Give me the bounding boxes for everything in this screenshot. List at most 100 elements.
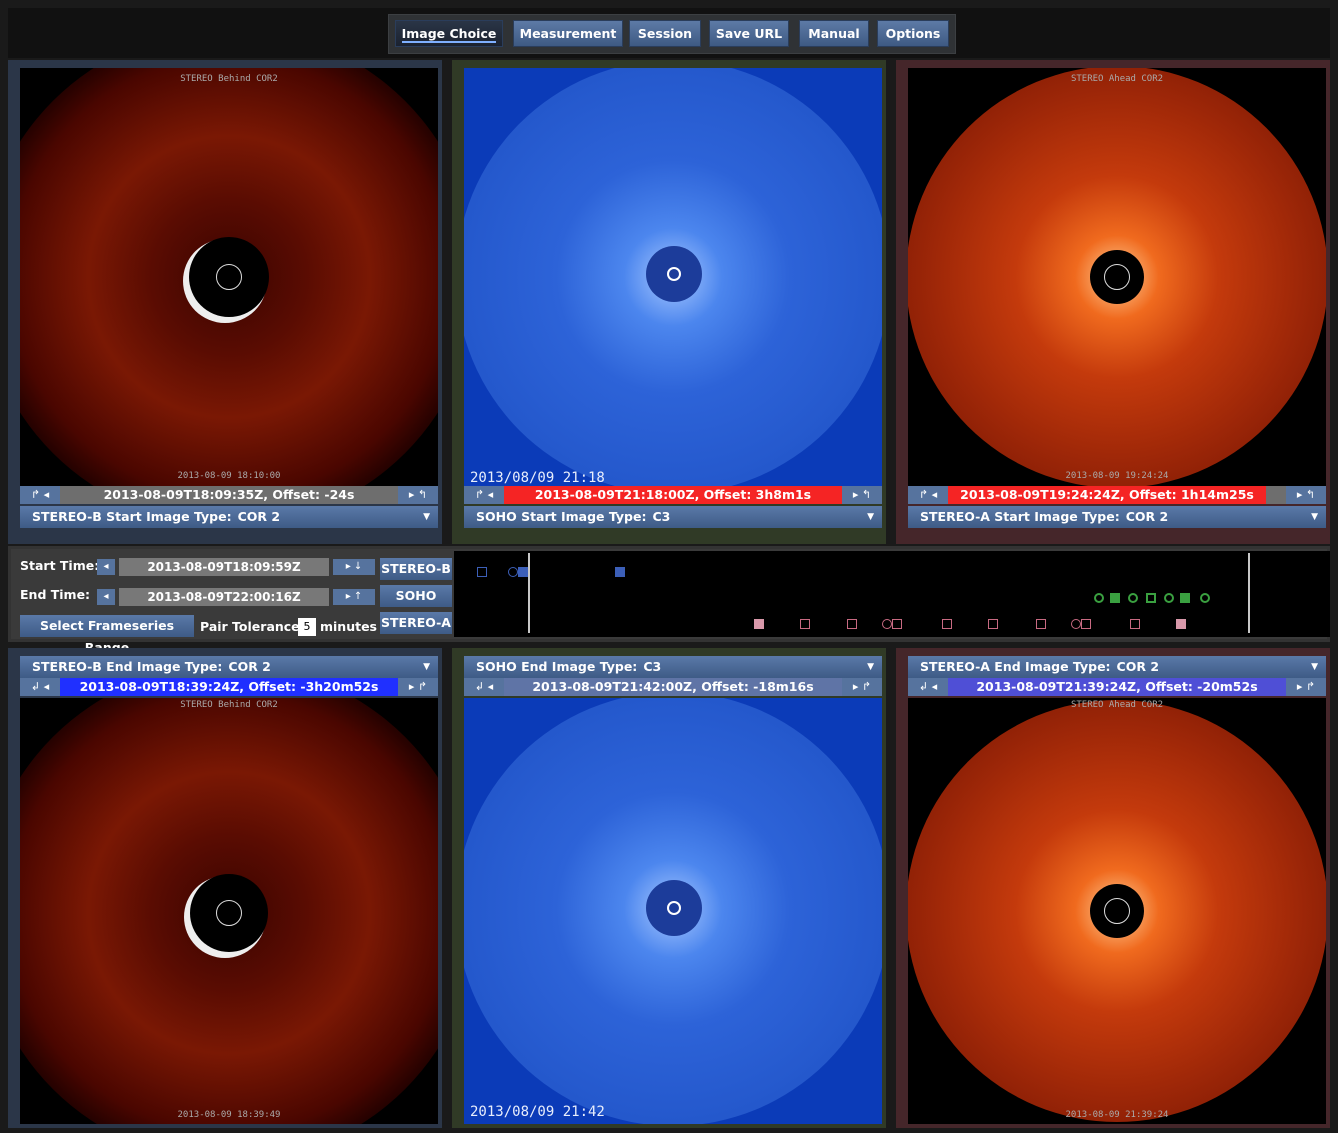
menu-session-button[interactable]: Session <box>629 20 701 47</box>
stereo-a-end-image[interactable]: STEREO Ahead COR2 2013-08-09 21:39:24 <box>908 698 1326 1124</box>
timeline-marker[interactable] <box>1071 619 1081 629</box>
source-stereo-a-button[interactable]: STEREO-A <box>380 612 452 634</box>
stereo-b-start-image[interactable]: STEREO Behind COR2 2013-08-09 18:10:00 <box>20 68 438 486</box>
timeline-marker[interactable] <box>615 567 625 577</box>
sun-circle <box>216 264 242 290</box>
chevron-down-icon: ▼ <box>867 512 874 522</box>
soho-end-image[interactable]: 2013/08/09 21:42 <box>464 698 882 1124</box>
start-time-field[interactable]: 2013-08-09T18:09:59Z <box>119 558 329 576</box>
stereo-b-end-panel: STEREO-B End Image Type: COR 2 ▼ ↲ ◂ 2013… <box>8 648 442 1128</box>
timeline-marker[interactable] <box>847 619 857 629</box>
image-title: STEREO Behind COR2 <box>180 74 278 84</box>
image-title: STEREO Behind COR2 <box>180 700 278 710</box>
image-title: STEREO Ahead COR2 <box>1070 700 1164 710</box>
chevron-down-icon: ▼ <box>867 662 874 672</box>
soho-start-image[interactable]: 2013/08/09 21:18 <box>464 68 882 486</box>
next-frame-button[interactable]: ▸ ↱ <box>842 678 882 696</box>
time-value: 2013-08-09T18:39:24Z, Offset: -3h20m52s <box>60 678 398 696</box>
sun-circle <box>667 267 681 281</box>
stereo-a-start-image[interactable]: STEREO Ahead COR2 2013-08-09 19:24:24 <box>908 68 1326 486</box>
timeline-marker[interactable] <box>1081 619 1091 629</box>
timeline-marker[interactable] <box>1146 593 1156 603</box>
soho-start-type-select[interactable]: SOHO Start Image Type: C3 ▼ <box>464 506 882 528</box>
end-time-field[interactable]: 2013-08-09T22:00:16Z <box>119 588 329 606</box>
stereo-b-end-image[interactable]: STEREO Behind COR2 2013-08-09 18:39:49 <box>20 698 438 1124</box>
prev-frame-button[interactable]: ↱ ◂ <box>20 486 60 504</box>
timeline-marker[interactable] <box>477 567 487 577</box>
next-frame-button[interactable]: ▸ ↰ <box>398 486 438 504</box>
timeline-marker[interactable] <box>1036 619 1046 629</box>
chevron-down-icon: ▼ <box>423 662 430 672</box>
timeline-marker[interactable] <box>1110 593 1120 603</box>
timeline-marker[interactable] <box>1130 619 1140 629</box>
timeline-marker[interactable] <box>508 567 518 577</box>
stereo-a-end-time-bar: ↲ ◂ 2013-08-09T21:39:24Z, Offset: -20m52… <box>908 678 1326 696</box>
timeline-marker[interactable] <box>1180 593 1190 603</box>
source-stereo-b-button[interactable]: STEREO-B <box>380 558 452 580</box>
start-time-next-button[interactable]: ▸ ↓ <box>333 559 375 575</box>
prev-frame-button[interactable]: ↱ ◂ <box>908 486 948 504</box>
next-frame-button[interactable]: ▸ ↰ <box>842 486 882 504</box>
soho-end-panel: SOHO End Image Type: C3 ▼ ↲ ◂ 2013-08-09T… <box>452 648 886 1128</box>
image-timestamp: 2013-08-09 18:10:00 <box>177 471 281 481</box>
soho-end-type-select[interactable]: SOHO End Image Type: C3 ▼ <box>464 656 882 678</box>
end-time-prev-button[interactable]: ◂ <box>97 589 115 605</box>
timeline-marker[interactable] <box>1164 593 1174 603</box>
menu-image-choice-button[interactable]: Image Choice <box>395 20 503 47</box>
time-value: 2013-08-09T21:39:24Z, Offset: -20m52s <box>948 678 1286 696</box>
menu-manual-button[interactable]: Manual <box>799 20 869 47</box>
prev-frame-button[interactable]: ↱ ◂ <box>464 486 504 504</box>
image-timestamp: 2013-08-09 19:24:24 <box>1065 471 1169 481</box>
stereo-a-end-type-select[interactable]: STEREO-A End Image Type: COR 2 ▼ <box>908 656 1326 678</box>
image-timestamp: 2013-08-09 18:39:49 <box>177 1110 281 1120</box>
app-root: Image Choice Measurement Session Save UR… <box>0 0 1338 1133</box>
timeline-marker[interactable] <box>754 619 764 629</box>
sun-circle <box>216 900 242 926</box>
prev-frame-button[interactable]: ↲ ◂ <box>464 678 504 696</box>
time-value: 2013-08-09T21:18:00Z, Offset: 3h8m1s <box>504 486 842 504</box>
timeline-marker[interactable] <box>892 619 902 629</box>
next-frame-button[interactable]: ▸ ↱ <box>1286 678 1326 696</box>
menu-save-url-button[interactable]: Save URL <box>709 20 789 47</box>
end-time-next-button[interactable]: ▸ ↑ <box>333 589 375 605</box>
frame-timeline[interactable] <box>454 551 1330 637</box>
timeline-marker[interactable] <box>988 619 998 629</box>
start-time-prev-button[interactable]: ◂ <box>97 559 115 575</box>
timeline-marker[interactable] <box>1176 619 1186 629</box>
stereo-b-start-type-select[interactable]: STEREO-B Start Image Type: COR 2 ▼ <box>20 506 438 528</box>
time-value: 2013-08-09T21:42:00Z, Offset: -18m16s <box>504 678 842 696</box>
range-end-handle[interactable] <box>1248 553 1250 633</box>
timeline-marker[interactable] <box>882 619 892 629</box>
next-frame-button[interactable]: ▸ ↰ <box>1286 486 1326 504</box>
end-time-label: End Time: <box>20 587 91 602</box>
timeline-marker[interactable] <box>942 619 952 629</box>
select-frameseries-range-button[interactable]: Select Frameseries Range <box>20 615 194 655</box>
time-value: 2013-08-09T18:09:35Z, Offset: -24s <box>60 486 398 504</box>
stereo-b-start-time-bar: ↱ ◂ 2013-08-09T18:09:35Z, Offset: -24s ▸… <box>20 486 438 504</box>
prev-frame-button[interactable]: ↲ ◂ <box>908 678 948 696</box>
source-soho-button[interactable]: SOHO <box>380 585 452 607</box>
prev-frame-button[interactable]: ↲ ◂ <box>20 678 60 696</box>
main-menu: Image Choice Measurement Session Save UR… <box>388 14 956 54</box>
stereo-a-start-type-select[interactable]: STEREO-A Start Image Type: COR 2 ▼ <box>908 506 1326 528</box>
next-frame-button[interactable]: ▸ ↱ <box>398 678 438 696</box>
timeline-marker[interactable] <box>1128 593 1138 603</box>
timeline-marker[interactable] <box>1200 593 1210 603</box>
sun-circle <box>667 901 681 915</box>
chevron-down-icon: ▼ <box>423 512 430 522</box>
frameseries-controls: Start Time: ◂ 2013-08-09T18:09:59Z ▸ ↓ E… <box>8 546 1330 655</box>
timeline-marker[interactable] <box>1094 593 1104 603</box>
stereo-a-start-time-bar: ↱ ◂ 2013-08-09T19:24:24Z, Offset: 1h14m2… <box>908 486 1326 504</box>
stereo-a-end-panel: STEREO-A End Image Type: COR 2 ▼ ↲ ◂ 2013… <box>896 648 1330 1128</box>
pair-tolerance-input[interactable]: 5 <box>298 618 316 636</box>
timeline-marker[interactable] <box>800 619 810 629</box>
menu-options-button[interactable]: Options <box>877 20 949 47</box>
stereo-b-end-time-bar: ↲ ◂ 2013-08-09T18:39:24Z, Offset: -3h20m… <box>20 678 438 696</box>
chevron-down-icon: ▼ <box>1311 662 1318 672</box>
stereo-b-end-type-select[interactable]: STEREO-B End Image Type: COR 2 ▼ <box>20 656 438 678</box>
pair-tolerance-label: Pair Tolerance: <box>200 619 305 634</box>
timeline-marker[interactable] <box>518 567 528 577</box>
menu-measurement-button[interactable]: Measurement <box>513 20 623 47</box>
range-start-handle[interactable] <box>528 553 530 633</box>
image-title: STEREO Ahead COR2 <box>1070 74 1164 84</box>
